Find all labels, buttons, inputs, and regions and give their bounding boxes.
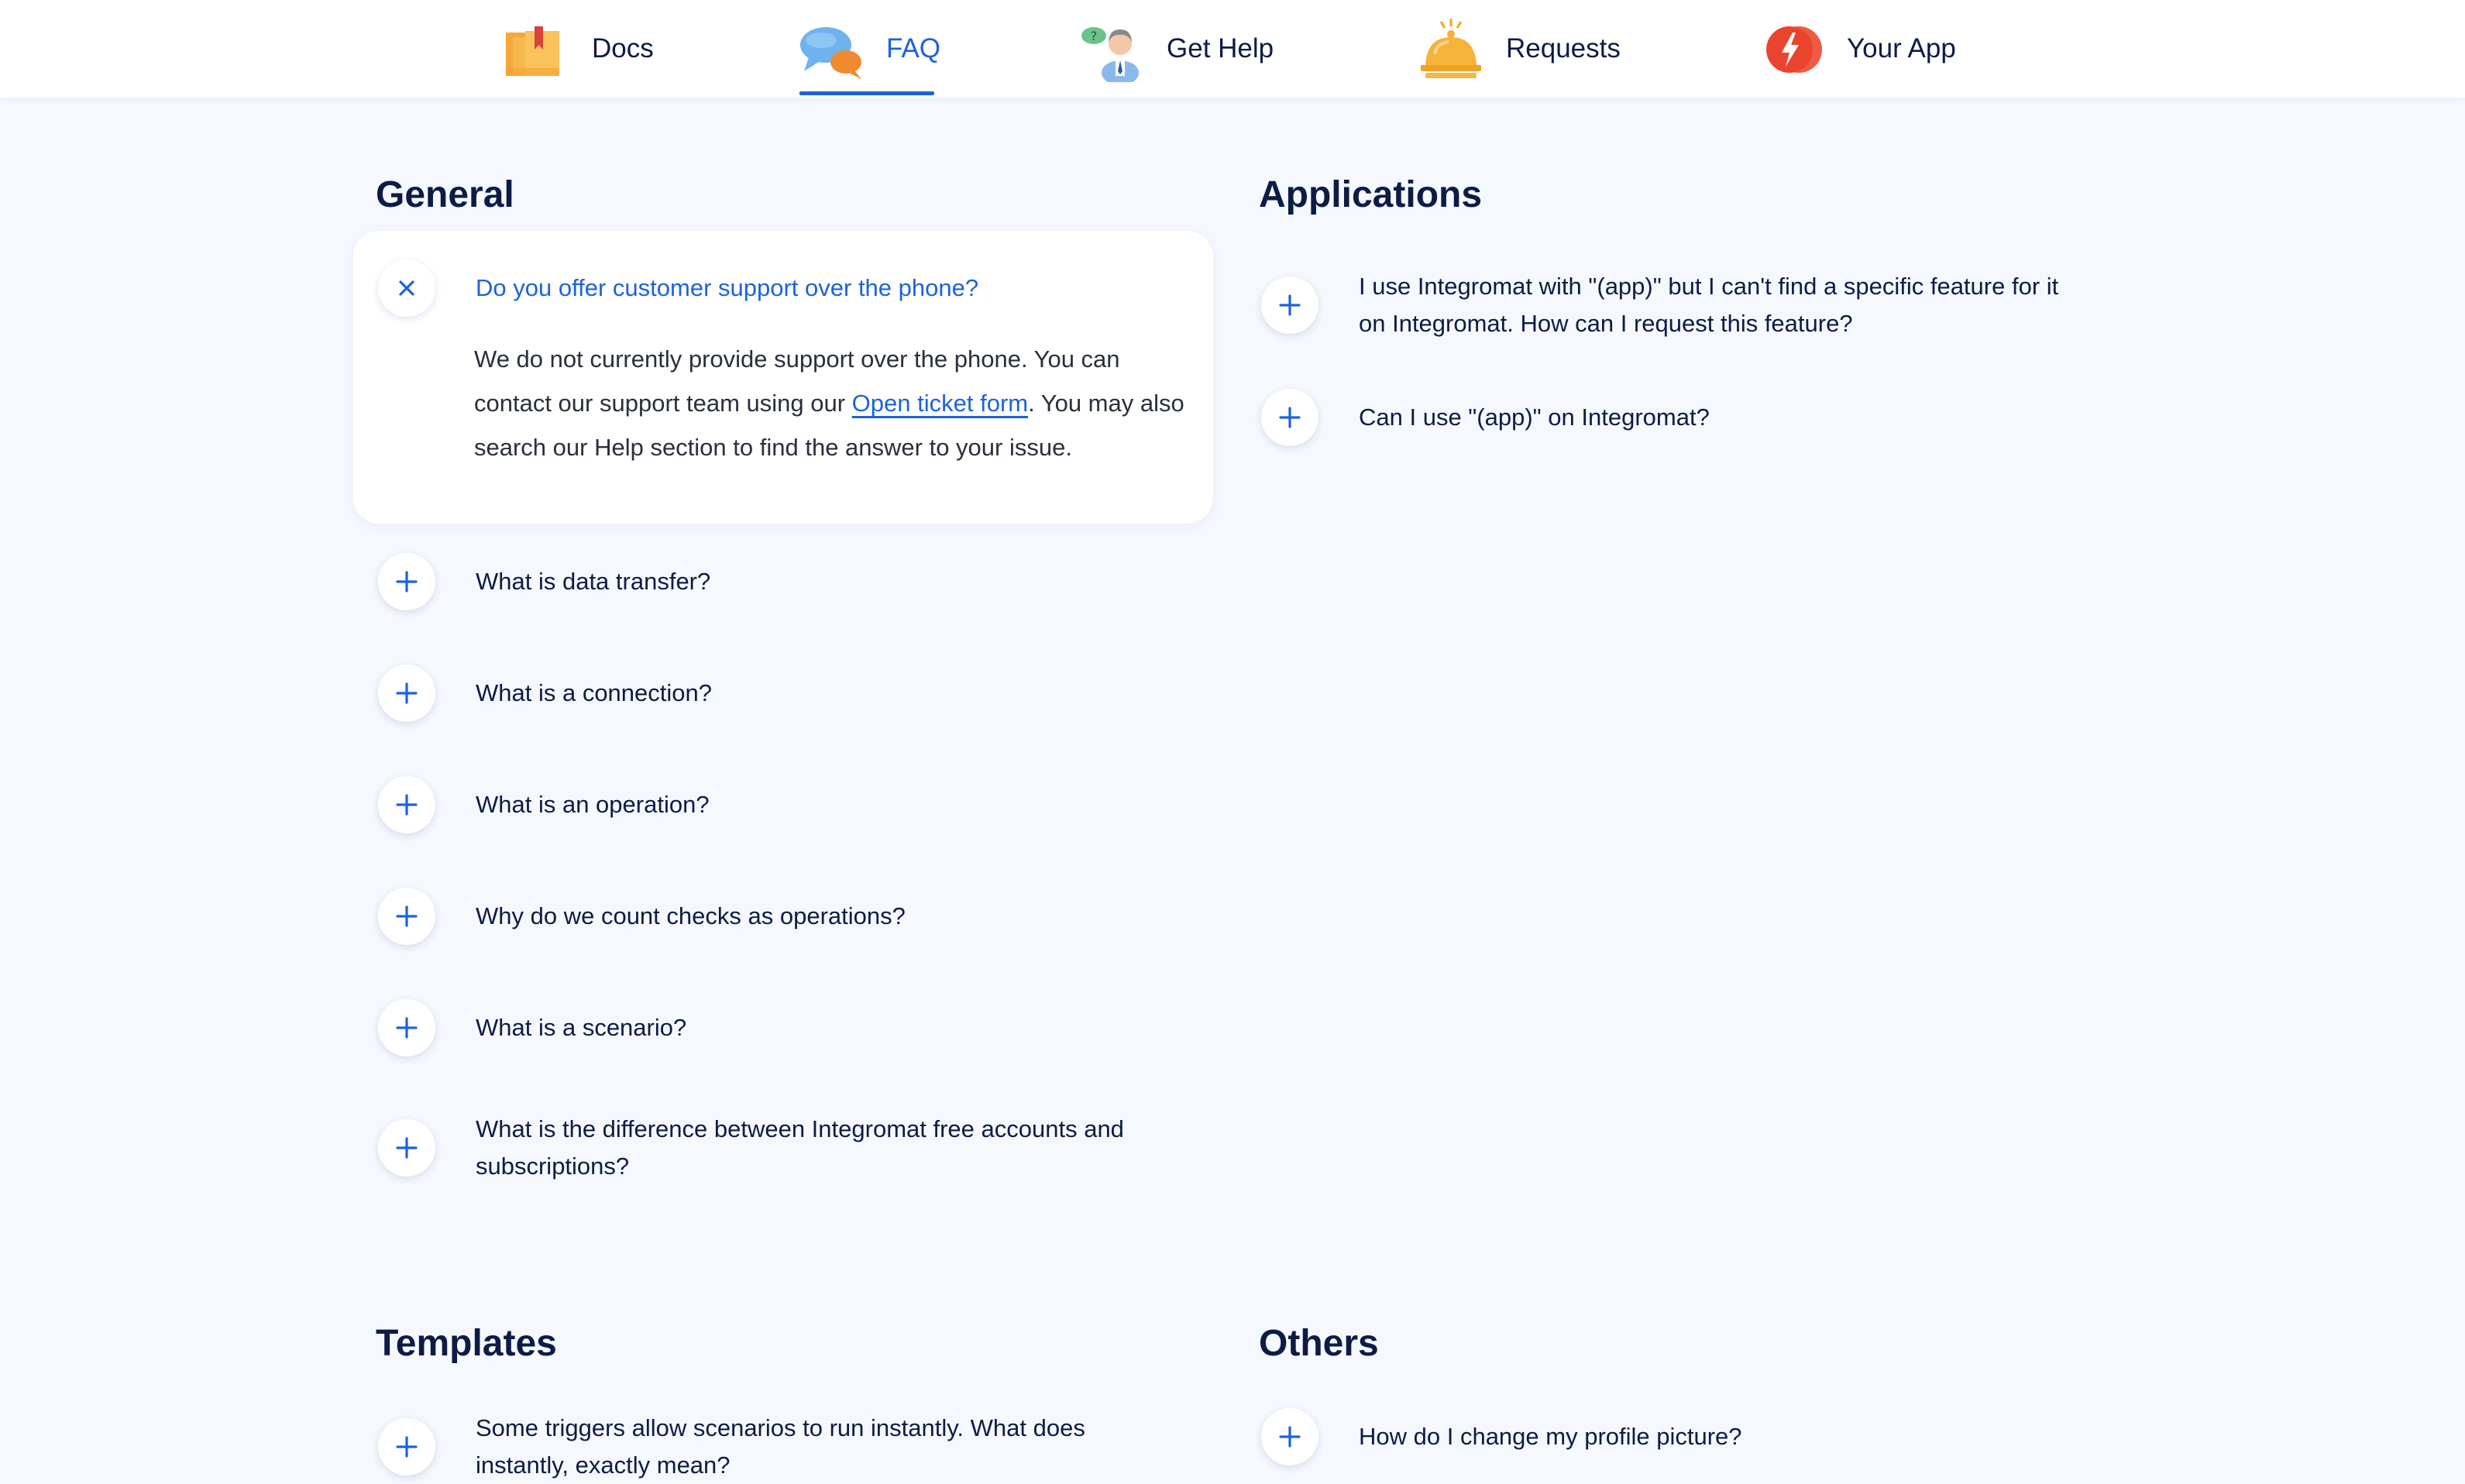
faq-item-expanded[interactable]: Do you offer customer support over the p…	[378, 259, 978, 317]
open-ticket-form-link[interactable]: Open ticket form	[852, 390, 1028, 417]
plus-icon	[396, 1436, 418, 1458]
faq-item[interactable]: What is the difference between Integroma…	[378, 1111, 1219, 1185]
expand-button[interactable]	[378, 776, 435, 833]
faq-question[interactable]: What is the difference between Integroma…	[476, 1111, 1219, 1185]
faq-question[interactable]: Do you offer customer support over the p…	[476, 270, 978, 307]
faq-question[interactable]: Can I use "(app)" on Integromat?	[1359, 399, 2079, 436]
nav-item-requests[interactable]: Requests	[1418, 0, 1621, 98]
nav-label-your-app: Your App	[1847, 33, 1956, 64]
faq-item[interactable]: What is a connection?	[378, 665, 1196, 722]
close-icon	[399, 280, 414, 296]
faq-question[interactable]: Some triggers allow scenarios to run ins…	[476, 1410, 1157, 1484]
plus-icon	[1279, 1426, 1301, 1448]
plus-icon	[396, 1137, 418, 1159]
faq-question[interactable]: What is a scenario?	[476, 1009, 1196, 1046]
plus-icon	[396, 794, 418, 816]
faq-item[interactable]: Can I use "(app)" on Integromat?	[1261, 389, 2079, 446]
plus-icon	[1279, 407, 1301, 428]
plus-icon	[396, 1017, 418, 1039]
faq-item[interactable]: What is a scenario?	[378, 999, 1196, 1056]
nav-label-faq: FAQ	[886, 33, 941, 64]
nav-label-get-help: Get Help	[1167, 33, 1274, 64]
section-title-general: General	[376, 174, 514, 215]
plus-icon	[1279, 294, 1301, 316]
expand-button[interactable]	[378, 888, 435, 945]
active-tab-indicator	[799, 91, 934, 95]
lightning-app-icon	[1766, 26, 1822, 73]
faq-question[interactable]: Why do we count checks as operations?	[476, 898, 1196, 935]
faq-question[interactable]: What is an operation?	[476, 786, 1196, 823]
faq-answer: We do not currently provide support over…	[474, 337, 1187, 469]
nav-label-docs: Docs	[592, 33, 654, 64]
faq-expanded-card: Do you offer customer support over the p…	[353, 231, 1213, 524]
faq-item[interactable]: Why do we count checks as operations?	[378, 888, 1196, 945]
faq-question[interactable]: How do I change my profile picture?	[1359, 1418, 2079, 1455]
nav-item-get-help[interactable]: ? Get Help	[1078, 0, 1274, 98]
plus-icon	[396, 571, 418, 593]
section-title-others: Others	[1259, 1323, 1379, 1364]
faq-item[interactable]: Some triggers allow scenarios to run ins…	[378, 1410, 1157, 1484]
faq-item[interactable]: What is data transfer?	[378, 553, 1196, 610]
nav-item-your-app[interactable]: Your App	[1759, 0, 1956, 98]
expand-button[interactable]	[378, 999, 435, 1056]
expand-button[interactable]	[378, 1418, 435, 1475]
folder-docs-icon	[506, 26, 559, 76]
expand-button[interactable]	[378, 553, 435, 610]
faq-question[interactable]: What is a connection?	[476, 675, 1196, 712]
faq-item[interactable]: What is an operation?	[378, 776, 1196, 833]
top-navigation: Docs FAQ ? Get Help Requests Your App	[0, 0, 2465, 98]
plus-icon	[396, 905, 418, 927]
expand-button[interactable]	[1261, 277, 1318, 334]
section-title-applications: Applications	[1259, 174, 1483, 215]
faq-question[interactable]: I use Integromat with "(app)" but I can'…	[1359, 268, 2079, 342]
expand-button[interactable]	[1261, 1408, 1318, 1465]
plus-icon	[396, 682, 418, 704]
faq-item[interactable]: How do I change my profile picture?	[1261, 1408, 2079, 1465]
service-bell-icon	[1421, 19, 1481, 78]
expand-button[interactable]	[378, 1119, 435, 1177]
faq-question[interactable]: What is data transfer?	[476, 563, 1196, 600]
faq-item[interactable]: I use Integromat with "(app)" but I can'…	[1261, 268, 2079, 342]
svg-text:?: ?	[1091, 29, 1098, 43]
expand-button[interactable]	[378, 665, 435, 722]
nav-item-docs[interactable]: Docs	[504, 0, 654, 98]
nav-label-requests: Requests	[1506, 33, 1621, 64]
expand-button[interactable]	[1261, 389, 1318, 446]
support-person-icon: ?	[1081, 27, 1139, 82]
chat-bubbles-icon	[800, 27, 861, 79]
section-title-templates: Templates	[376, 1323, 557, 1364]
collapse-button[interactable]	[378, 259, 435, 317]
nav-item-faq[interactable]: FAQ	[798, 0, 940, 98]
